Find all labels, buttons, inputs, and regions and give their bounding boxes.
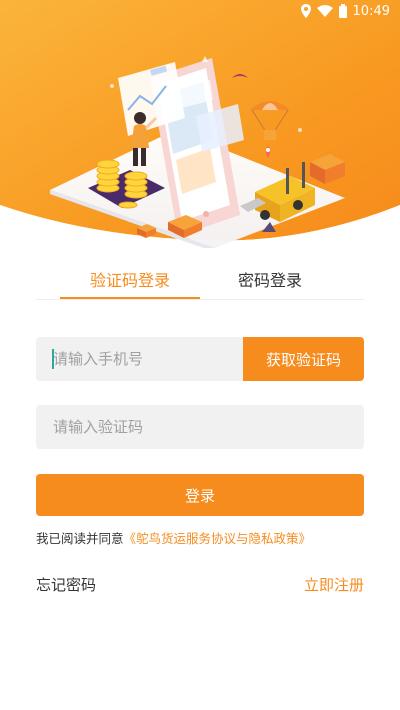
- agreement-prefix: 我已阅读并同意: [36, 531, 124, 546]
- text-caret: [52, 349, 54, 369]
- register-link[interactable]: 立即注册: [304, 574, 364, 595]
- login-tabs: 验证码登录 密码登录: [36, 258, 364, 300]
- forgot-password-link[interactable]: 忘记密码: [36, 574, 96, 595]
- agreement-text: 我已阅读并同意《鸵鸟货运服务协议与隐私政策》: [36, 528, 311, 547]
- agreement-link[interactable]: 《鸵鸟货运服务协议与隐私政策》: [124, 531, 312, 546]
- phone-field: 获取验证码: [36, 337, 364, 381]
- wifi-icon: [316, 5, 333, 17]
- code-field: [36, 405, 364, 449]
- status-time: 10:49: [352, 3, 390, 19]
- login-button[interactable]: 登录: [36, 474, 364, 516]
- verification-code-input[interactable]: [36, 405, 364, 449]
- logistics-illustration: [0, 0, 400, 248]
- hero-banner: [0, 0, 400, 248]
- get-code-button[interactable]: 获取验证码: [243, 337, 364, 381]
- active-tab-indicator: [60, 297, 200, 299]
- status-bar: 10:49: [0, 0, 400, 22]
- tab-password-login[interactable]: 密码登录: [200, 258, 340, 300]
- tab-sms-login[interactable]: 验证码登录: [60, 258, 200, 300]
- battery-icon: [338, 4, 347, 18]
- location-icon: [300, 4, 311, 18]
